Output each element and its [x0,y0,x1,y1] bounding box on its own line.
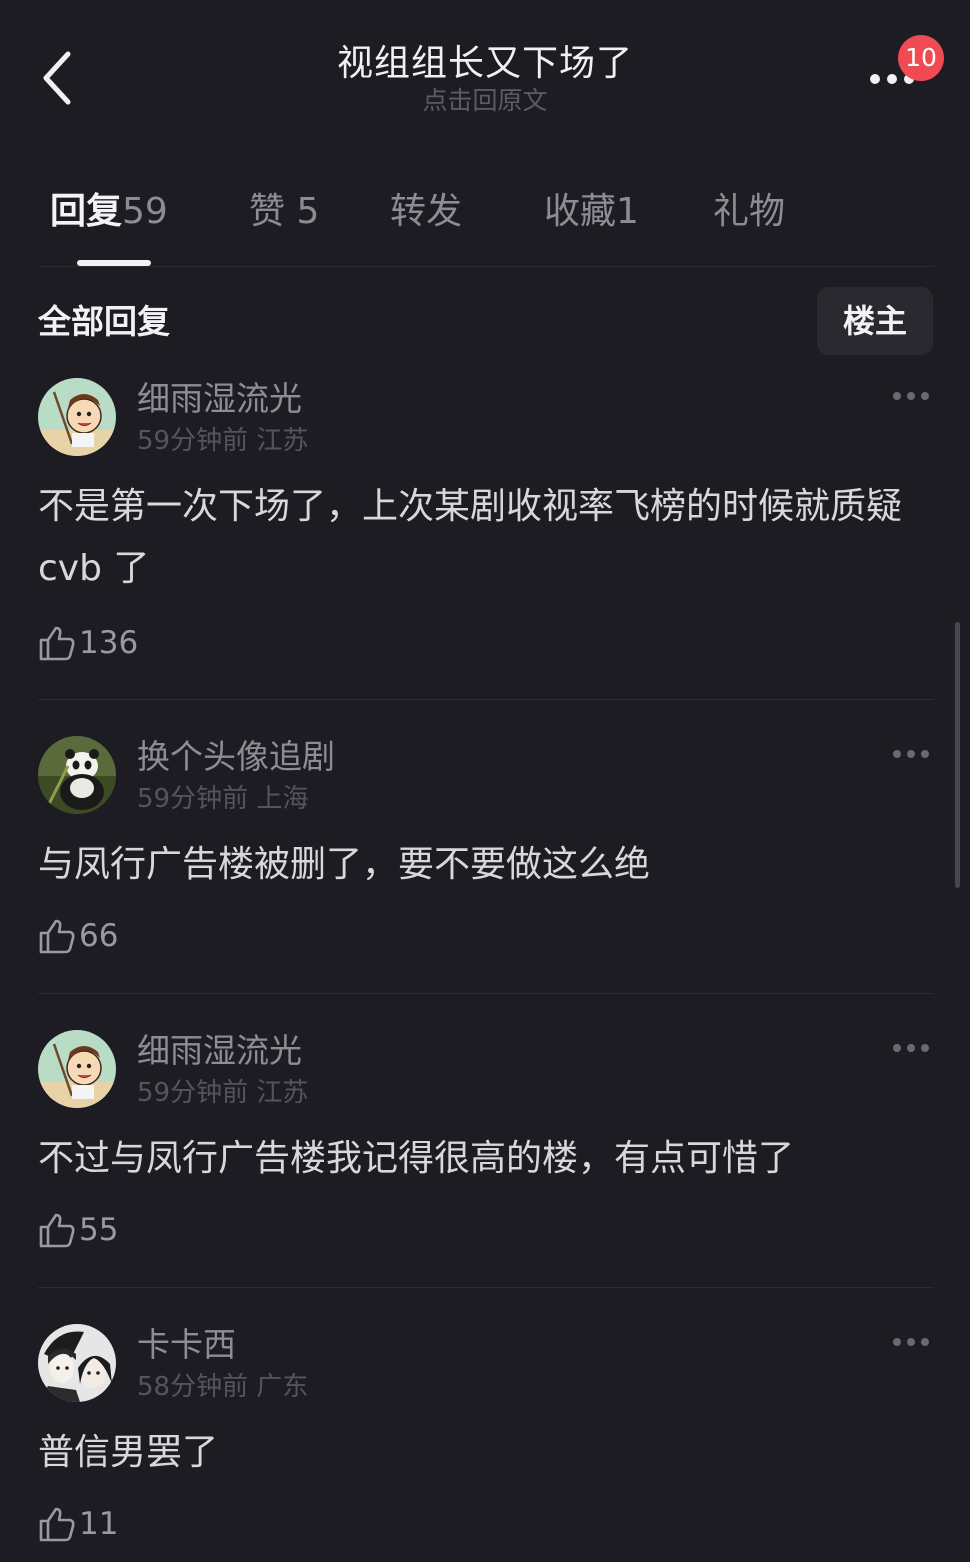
like-count: 136 [79,625,139,661]
location: 江苏 [256,1078,309,1108]
tab-count: 59 [122,191,168,232]
comment-text: 不过与凤行广告楼我记得很高的楼，有点可惜了 [38,1138,795,1179]
tab-gifts[interactable]: 礼物 [713,185,785,239]
timestamp: 59分钟前 [137,784,249,814]
tab-replies[interactable]: 回复59 [50,185,168,239]
top-bar: 视组组长又下场了 点击回原文 10 [0,0,970,140]
divider [38,699,934,700]
username[interactable]: 换个头像追剧 [137,736,335,778]
like-count: 55 [79,1212,119,1248]
cartoon-boy-avatar-icon [38,1030,116,1108]
anime-avatar-icon [38,1324,116,1402]
comment-text: 不是第一次下场了，上次某剧收视率飞榜的时候就质疑 cvb 了 [38,486,903,589]
like-button[interactable]: 11 [38,1503,118,1545]
all-replies-heading: 全部回复 [38,302,170,341]
comment-more-icon[interactable] [893,392,933,406]
panda-avatar-icon [38,736,116,814]
page-title: 视组组长又下场了 [336,43,633,84]
location: 上海 [256,784,309,814]
thumbs-up-icon [39,626,75,661]
comment-more-icon[interactable] [893,750,933,764]
location: 江苏 [256,426,309,456]
username[interactable]: 细雨湿流光 [137,1030,302,1072]
comment-meta: 59分钟前 江苏 [137,424,308,458]
timestamp: 59分钟前 [137,426,249,456]
divider [38,1287,934,1288]
tab-likes[interactable]: 赞 5 [249,185,319,239]
tab-bar: 回复59 赞 5 转发 收藏1 礼物 [0,185,970,245]
tab-label: 赞 [249,191,286,232]
tab-label: 礼物 [713,191,786,232]
comment-meta: 58分钟前 广东 [137,1370,308,1404]
username[interactable]: 卡卡西 [137,1324,236,1366]
like-count: 11 [79,1506,119,1542]
thumbs-up-icon [39,919,75,954]
cartoon-boy-avatar-icon [38,378,116,456]
scrollbar[interactable] [955,622,960,888]
comment-more-icon[interactable] [893,1338,933,1352]
like-count: 66 [79,918,119,954]
notification-badge: 10 [898,35,944,81]
timestamp: 59分钟前 [137,1078,249,1108]
location: 广东 [256,1372,309,1402]
tab-count: 5 [296,191,320,232]
avatar[interactable] [38,378,116,456]
timestamp: 58分钟前 [137,1372,249,1402]
avatar[interactable] [38,1030,116,1108]
divider [38,266,934,267]
owner-only-filter-button[interactable]: 楼主 [817,287,933,355]
app-root: 视组组长又下场了 点击回原文 10 回复59 赞 5 转发 收藏1 礼物 全部回… [0,0,970,1562]
tab-reposts[interactable]: 转发 [390,185,462,239]
tab-label: 收藏 [544,191,617,232]
avatar[interactable] [38,1324,116,1402]
comment-meta: 59分钟前 江苏 [137,1076,308,1110]
like-button[interactable]: 136 [38,622,138,664]
tab-label: 回复 [50,191,123,232]
tab-label: 转发 [390,191,463,232]
comment-text: 与凤行广告楼被删了，要不要做这么绝 [38,844,651,885]
tab-favorites[interactable]: 收藏1 [544,185,639,239]
comment-meta: 59分钟前 上海 [137,782,308,816]
comment-text: 普信男罢了 [38,1432,219,1473]
avatar[interactable] [38,736,116,814]
username[interactable]: 细雨湿流光 [137,378,302,420]
thumbs-up-icon [39,1507,75,1542]
like-button[interactable]: 66 [38,915,118,957]
title-block[interactable]: 视组组长又下场了 点击回原文 [0,40,970,116]
like-button[interactable]: 55 [38,1209,118,1251]
tab-count: 1 [616,191,639,232]
divider [38,993,934,994]
back-to-original-link[interactable]: 点击回原文 [0,86,970,116]
comment-more-icon[interactable] [893,1044,933,1058]
thumbs-up-icon [39,1213,75,1248]
